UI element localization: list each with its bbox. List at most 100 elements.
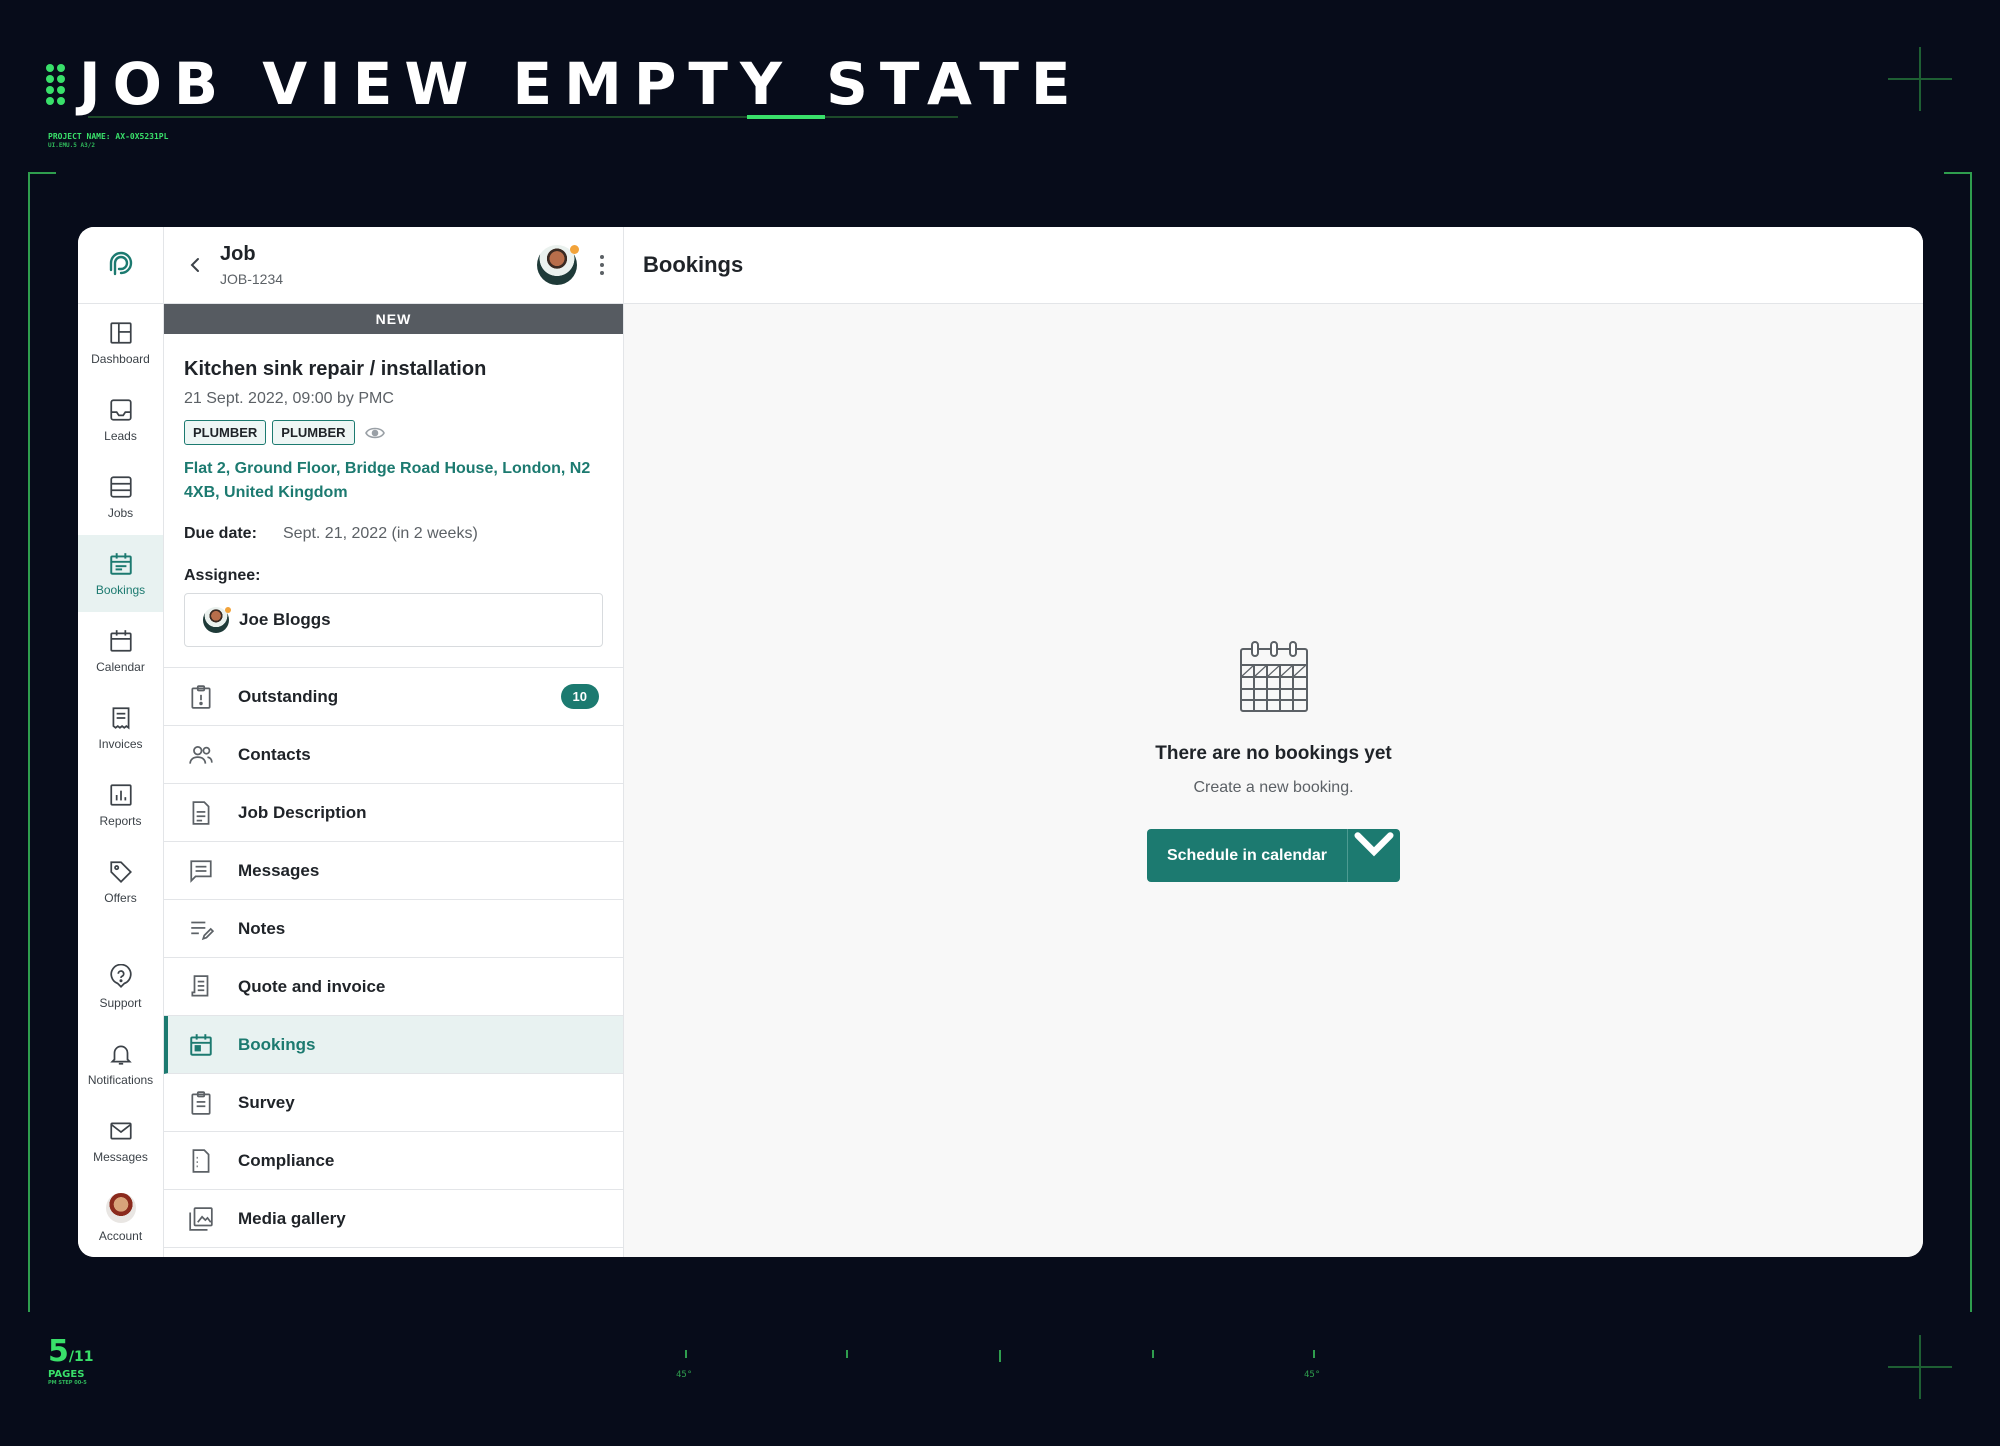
schedule-in-calendar-button[interactable]: Schedule in calendar xyxy=(1146,829,1349,882)
job-meta: 21 Sept. 2022, 09:00 by PMC xyxy=(184,390,394,407)
due-date: Due date: Sept. 21, 2022 (in 2 weeks) xyxy=(184,525,603,543)
angle-label-left: 45° xyxy=(676,1370,693,1380)
schedule-split-button: Schedule in calendar xyxy=(1146,829,1401,882)
jobs-icon xyxy=(109,475,132,498)
avatar[interactable] xyxy=(537,245,579,285)
nav-item-calendar[interactable]: Calendar xyxy=(78,612,163,689)
menu-item-label: Quote and invoice xyxy=(238,976,386,996)
mail-icon xyxy=(109,1122,132,1139)
menu-item-compliance[interactable]: Compliance xyxy=(164,1132,623,1190)
tag-list: PLUMBER PLUMBER xyxy=(184,420,603,445)
chevron-left-icon[interactable] xyxy=(186,255,206,275)
menu-item-label: Outstanding xyxy=(238,686,339,706)
job-section-menu: Outstanding 10 Contacts Job Description … xyxy=(164,667,623,1248)
nav-item-offers[interactable]: Offers xyxy=(78,843,163,920)
chat-icon xyxy=(190,859,212,883)
menu-item-label: Survey xyxy=(238,1092,295,1112)
nav-label: Jobs xyxy=(107,505,134,520)
nav-label: Support xyxy=(99,995,142,1010)
menu-item-media-gallery[interactable]: Media gallery xyxy=(164,1190,623,1248)
project-sub-text: UI.EMU.5 A3/2 xyxy=(48,142,95,149)
menu-item-label: Compliance xyxy=(238,1150,335,1170)
menu-item-survey[interactable]: Survey xyxy=(164,1074,623,1132)
schedule-options-button[interactable] xyxy=(1348,829,1401,882)
app-logo-icon xyxy=(109,251,132,276)
nav-item-messages[interactable]: Messages xyxy=(78,1102,163,1179)
calendar-icon xyxy=(1239,641,1308,712)
nav-label: Invoices xyxy=(98,736,143,751)
frame-bracket-right xyxy=(1944,172,1972,1312)
menu-item-label: Contacts xyxy=(238,744,311,764)
nav-label: Calendar xyxy=(96,659,145,674)
clipboard-icon xyxy=(191,1090,211,1115)
nav-item-dashboard[interactable]: Dashboard xyxy=(78,304,163,381)
nav-label: Bookings xyxy=(95,582,146,597)
nav-label: Dashboard xyxy=(91,351,150,366)
bookings-icon xyxy=(109,552,132,575)
angle-label-right: 45° xyxy=(1304,1370,1321,1380)
receipt-icon xyxy=(191,974,209,997)
page-counter: 5/11 PAGES PM STEP 00-5 xyxy=(48,1334,93,1386)
more-options-icon[interactable] xyxy=(599,255,605,275)
nav-item-invoices[interactable]: Invoices xyxy=(78,689,163,766)
grip-icon xyxy=(46,63,65,105)
menu-item-quote-and-invoice[interactable]: Quote and invoice xyxy=(164,958,623,1016)
page-total: /11 xyxy=(68,1349,94,1365)
menu-item-label: Bookings xyxy=(238,1034,316,1054)
project-name-text: PROJECT NAME: AX-0X5231PL xyxy=(48,132,169,141)
nav-label: Leads xyxy=(104,428,137,443)
ruler-tick xyxy=(846,1350,848,1358)
chevron-down-icon xyxy=(1354,831,1394,856)
job-address-link[interactable]: Flat 2, Ground Floor, Bridge Road House,… xyxy=(184,457,603,505)
nav-label: Reports xyxy=(99,813,142,828)
menu-item-outstanding[interactable]: Outstanding 10 xyxy=(164,668,623,726)
compliance-icon xyxy=(192,1148,210,1173)
nav-item-bookings[interactable]: Bookings xyxy=(78,535,163,612)
nav-item-jobs[interactable]: Jobs xyxy=(78,458,163,535)
nav-item-reports[interactable]: Reports xyxy=(78,766,163,843)
menu-item-label: Job Description xyxy=(238,802,367,822)
menu-item-contacts[interactable]: Contacts xyxy=(164,726,623,784)
page-sub: PM STEP 00-5 xyxy=(48,1380,87,1386)
assignee-name: Joe Bloggs xyxy=(239,610,331,629)
status-bar: NEW xyxy=(164,304,623,334)
nav-rail: Dashboard Leads Jobs Bookings Calendar I… xyxy=(78,227,164,1257)
trade-tag: PLUMBER xyxy=(272,420,355,445)
bookings-main: Bookings There are no bookings yet Creat… xyxy=(624,227,1923,1257)
page-current: 5 xyxy=(48,1334,69,1369)
panel-title: Job xyxy=(220,243,256,265)
count-badge: 10 xyxy=(560,684,599,709)
nav-item-notifications[interactable]: Notifications xyxy=(78,1025,163,1102)
menu-item-messages[interactable]: Messages xyxy=(164,842,623,900)
assignee-select[interactable]: Joe Bloggs xyxy=(184,593,603,647)
tag-icon xyxy=(109,860,132,883)
people-icon xyxy=(189,745,213,764)
crosshair-icon xyxy=(1888,1335,1952,1399)
deck-title-text: JOB VIEW EMPTY STATE xyxy=(79,50,1083,118)
due-date-value: Sept. 21, 2022 (in 2 weeks) xyxy=(283,525,478,542)
project-name: PROJECT NAME: AX-0X5231PL UI.EMU.5 A3/2 xyxy=(48,132,168,150)
calendar-icon xyxy=(190,1033,212,1056)
nav-item-account[interactable]: Account xyxy=(78,1179,163,1256)
job-panel: Job JOB-1234 NEW Kitchen sink repair / i… xyxy=(164,227,624,1257)
avatar xyxy=(203,607,231,633)
gallery-icon xyxy=(189,1206,213,1231)
ruler-tick xyxy=(1313,1350,1315,1358)
trade-tag: PLUMBER xyxy=(184,420,267,445)
menu-item-bookings[interactable]: Bookings xyxy=(164,1016,623,1074)
menu-item-notes[interactable]: Notes xyxy=(164,900,623,958)
page-title: Bookings xyxy=(624,227,1923,304)
nav-item-leads[interactable]: Leads xyxy=(78,381,163,458)
app-window: Dashboard Leads Jobs Bookings Calendar I… xyxy=(78,227,1923,1257)
app-logo[interactable] xyxy=(78,227,163,304)
notes-icon xyxy=(191,921,214,940)
menu-item-label: Notes xyxy=(238,918,286,938)
menu-item-job-description[interactable]: Job Description xyxy=(164,784,623,842)
due-date-label: Due date: xyxy=(184,525,257,542)
inbox-icon xyxy=(109,398,132,421)
nav-item-support[interactable]: Support xyxy=(78,948,163,1025)
title-underline-highlight xyxy=(747,115,825,119)
nav-label: Notifications xyxy=(87,1072,154,1087)
alert-clipboard-icon xyxy=(191,684,211,709)
eye-icon[interactable] xyxy=(364,426,385,440)
